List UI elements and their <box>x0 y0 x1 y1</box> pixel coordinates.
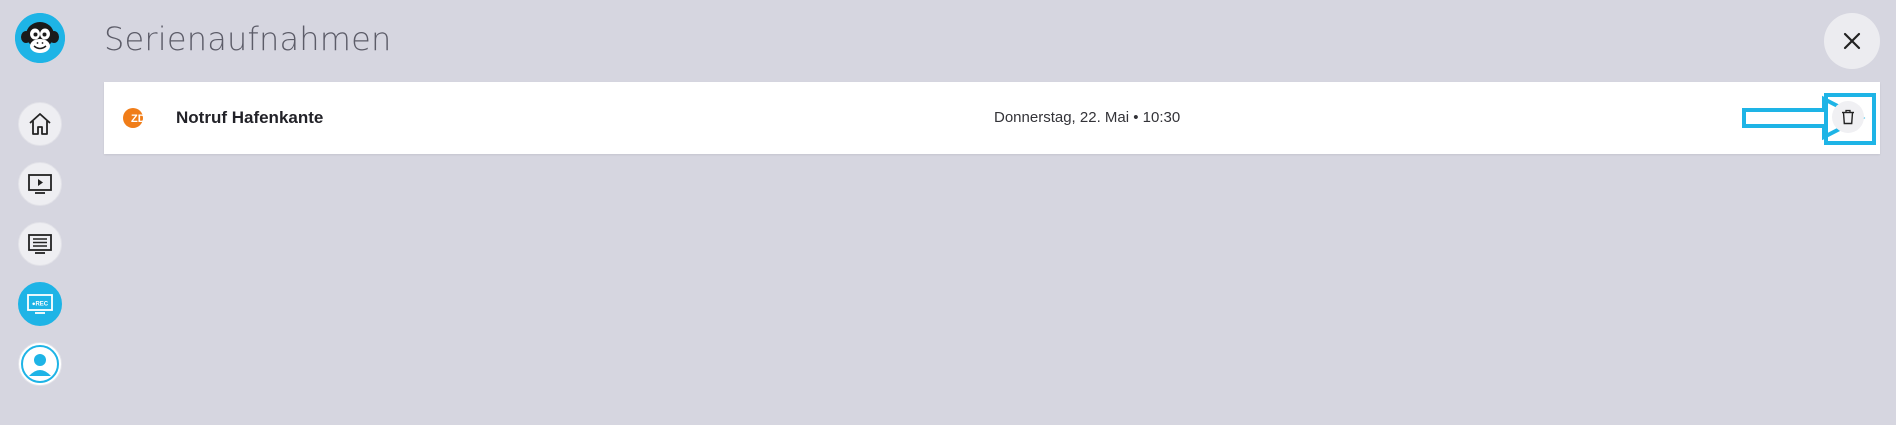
sidebar-nav: ●REC <box>0 0 80 425</box>
channel-label: ZDF <box>131 113 153 125</box>
nav-profile-button[interactable] <box>18 342 62 386</box>
air-time: Donnerstag, 22. Mai • 10:30 <box>994 109 1181 126</box>
zdf-logo-icon: ZDF <box>122 106 162 130</box>
nav-recordings-button[interactable]: ●REC <box>18 282 62 326</box>
series-recordings-list: ZDF Notruf Hafenkante Donnerstag, 22. Ma… <box>104 82 1880 154</box>
nav-home-button[interactable] <box>18 102 62 146</box>
tv-play-icon <box>28 174 52 194</box>
show-title: Notruf Hafenkante <box>176 108 324 127</box>
nav-tv-button[interactable] <box>18 162 62 206</box>
list-item[interactable]: ZDF Notruf Hafenkante Donnerstag, 22. Ma… <box>104 82 1880 154</box>
home-icon <box>29 113 51 135</box>
user-icon <box>21 345 59 383</box>
program-guide-icon <box>28 234 52 254</box>
delete-button[interactable] <box>1832 101 1864 133</box>
page-title: Serienaufnahmen <box>104 20 392 58</box>
rec-icon: ●REC <box>27 294 53 314</box>
close-icon <box>1843 32 1861 50</box>
rec-badge-label: ●REC <box>32 302 49 308</box>
monkey-logo-icon <box>15 13 65 63</box>
app-logo[interactable] <box>15 13 65 63</box>
close-button[interactable] <box>1824 13 1880 69</box>
trash-icon <box>1842 109 1854 125</box>
nav-guide-button[interactable] <box>18 222 62 266</box>
